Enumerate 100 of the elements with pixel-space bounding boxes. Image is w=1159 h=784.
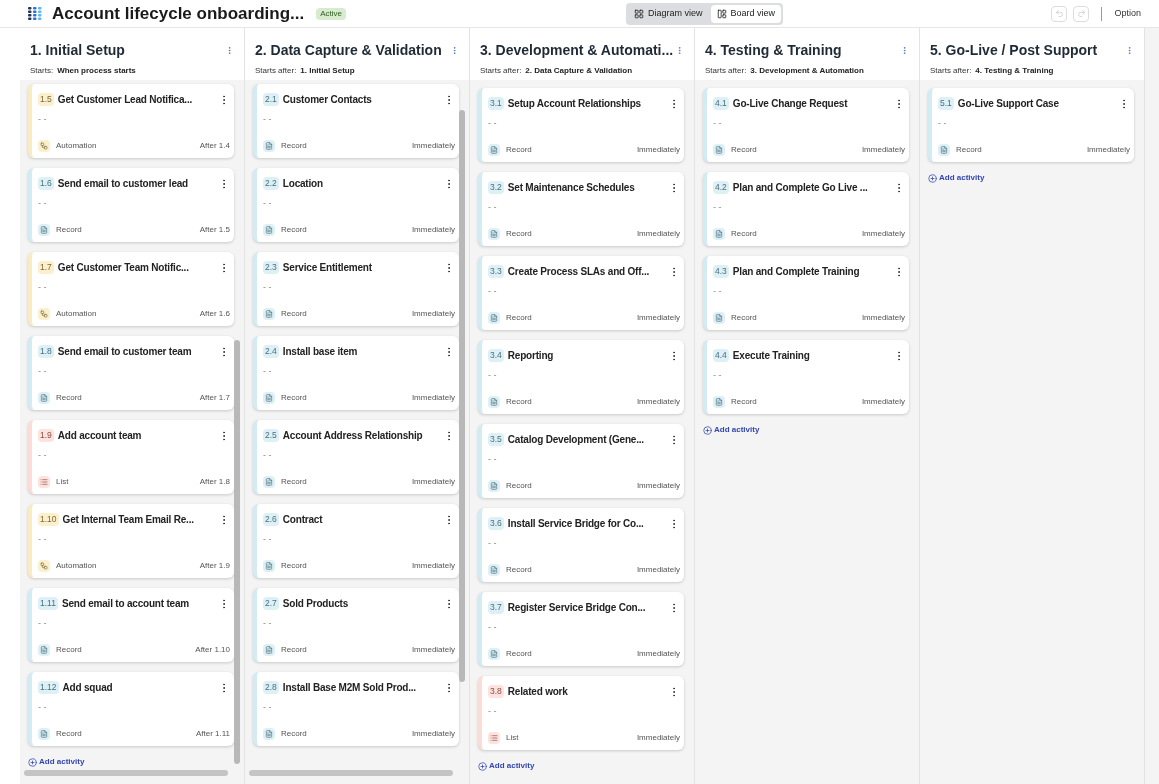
activity-title: Install Service Bridge for Co...: [507, 517, 645, 531]
activity-type: Record: [506, 144, 532, 156]
activity-type: Record: [56, 224, 82, 236]
activity-timing: After 1.10: [195, 644, 230, 656]
activity-card[interactable]: 3.8 Related work - - List Immediately: [478, 676, 684, 750]
activity-timing: Immediately: [411, 560, 455, 572]
more-icon[interactable]: [450, 46, 459, 55]
more-icon[interactable]: [900, 46, 909, 55]
activity-type: Record: [506, 480, 532, 492]
activity-card[interactable]: 1.10 Get Internal Team Email Re... - - Automation After 1.9: [28, 504, 234, 578]
add-activity-link[interactable]: Add activity: [28, 756, 85, 768]
activity-type: Record: [281, 644, 307, 656]
options-menu[interactable]: Option: [1114, 6, 1141, 21]
activity-type: Record: [281, 140, 307, 152]
activity-number: 2.2: [263, 177, 279, 190]
activity-type: Automation: [56, 560, 97, 572]
add-activity-link[interactable]: Add activity: [478, 760, 535, 772]
activity-type: Automation: [56, 308, 97, 320]
activity-timing: After 1.5: [199, 224, 230, 236]
starts-label: Starts:: [30, 65, 54, 77]
activity-number: 3.6: [488, 517, 504, 530]
activity-title: Install base item: [282, 345, 359, 359]
activity-number: 2.8: [263, 681, 279, 694]
scrollbar[interactable]: [234, 340, 240, 764]
activity-type: Record: [956, 144, 982, 156]
activity-card[interactable]: 3.6 Install Service Bridge for Co... - - Record Immediately: [478, 508, 684, 582]
activity-card[interactable]: 1.8 Send email to customer team - - Record After 1.7: [28, 336, 234, 410]
column-title: 3. Development & Automati...: [480, 41, 675, 60]
activity-card[interactable]: 2.2 Location - - Record Immediately: [253, 168, 459, 242]
activity-card[interactable]: 2.4 Install base item - - Record Immediately: [253, 336, 459, 410]
view-tab[interactable]: Board view: [710, 5, 782, 23]
activity-card[interactable]: 1.7 Get Customer Team Notific... - - Automation After 1.6: [28, 252, 234, 326]
activity-number: 1.5: [38, 93, 54, 106]
record-icon: [38, 728, 50, 740]
activity-number: 2.3: [263, 261, 279, 274]
add-activity-link[interactable]: Add activity: [928, 172, 985, 184]
activity-card[interactable]: 4.3 Plan and Complete Training - - Record Immediately: [703, 256, 909, 330]
activity-description: - -: [713, 369, 722, 382]
add-icon: [478, 761, 487, 771]
record-icon: [263, 140, 275, 152]
activity-title: Related work: [507, 685, 569, 699]
activity-type: Record: [56, 644, 82, 656]
process-title: Account lifecycle onboarding...: [52, 2, 305, 25]
scrollbar[interactable]: [24, 770, 228, 776]
activity-card[interactable]: 2.5 Account Address Relationship - - Record Immediately: [253, 420, 459, 494]
activity-card[interactable]: 5.1 Go-Live Support Case - - Record Immediately: [928, 88, 1134, 162]
activity-card[interactable]: 4.4 Execute Training - - Record Immediately: [703, 340, 909, 414]
scrollbar[interactable]: [249, 770, 453, 776]
activity-card[interactable]: 1.9 Add account team - - List After 1.8: [28, 420, 234, 494]
activity-card[interactable]: 1.5 Get Customer Lead Notifica... - - Automation After 1.4: [28, 84, 234, 158]
more-icon[interactable]: [675, 46, 684, 55]
activity-card[interactable]: 3.3 Create Process SLAs and Off... - - Record Immediately: [478, 256, 684, 330]
activity-card[interactable]: 3.1 Setup Account Relationships - - Record Immediately: [478, 88, 684, 162]
activity-timing: After 1.11: [195, 728, 230, 740]
activity-title: Create Process SLAs and Off...: [507, 265, 651, 279]
activity-card[interactable]: 2.8 Install Base M2M Sold Prod... - - Record Immediately: [253, 672, 459, 746]
record-icon: [263, 392, 275, 404]
activity-number: 2.6: [263, 513, 279, 526]
activity-card[interactable]: 2.7 Sold Products - - Record Immediately: [253, 588, 459, 662]
activity-timing: Immediately: [636, 480, 680, 492]
activity-timing: Immediately: [411, 392, 455, 404]
add-activity-link[interactable]: Add activity: [703, 424, 760, 436]
starts-value: 3. Development & Automation: [750, 65, 864, 77]
scrollbar[interactable]: [459, 110, 465, 682]
activity-card[interactable]: 4.2 Plan and Complete Go Live ... - - Record Immediately: [703, 172, 909, 246]
record-icon: [713, 144, 725, 156]
activity-title: Location: [282, 177, 324, 191]
activity-card[interactable]: 3.2 Set Maintenance Schedules - - Record Immediately: [478, 172, 684, 246]
activity-card[interactable]: 3.7 Register Service Bridge Con... - - Record Immediately: [478, 592, 684, 666]
more-icon[interactable]: [225, 46, 234, 55]
activity-type: Record: [506, 228, 532, 240]
activity-description: - -: [38, 701, 47, 714]
activity-type: Record: [281, 560, 307, 572]
activity-description: - -: [38, 365, 47, 378]
activity-card[interactable]: 3.4 Reporting - - Record Immediately: [478, 340, 684, 414]
activity-number: 5.1: [938, 97, 954, 110]
activity-description: - -: [263, 449, 272, 462]
record-icon: [38, 224, 50, 236]
activity-type: Record: [731, 228, 757, 240]
view-tab[interactable]: Diagram view: [628, 5, 709, 23]
activity-card[interactable]: 4.1 Go-Live Change Request - - Record Immediately: [703, 88, 909, 162]
activity-timing: Immediately: [636, 648, 680, 660]
record-icon: [263, 308, 275, 320]
activity-timing: Immediately: [411, 728, 455, 740]
activity-card[interactable]: 2.3 Service Entitlement - - Record Immediately: [253, 252, 459, 326]
activity-card[interactable]: 2.6 Contract - - Record Immediately: [253, 504, 459, 578]
more-icon[interactable]: [1125, 46, 1134, 55]
activity-card[interactable]: 1.11 Send email to account team - - Record After 1.10: [28, 588, 234, 662]
activity-description: - -: [38, 617, 47, 630]
activity-timing: Immediately: [636, 732, 680, 744]
activity-number: 3.5: [488, 433, 504, 446]
activity-card[interactable]: 1.6 Send email to customer lead - - Record After 1.5: [28, 168, 234, 242]
activity-card[interactable]: 1.12 Add squad - - Record After 1.11: [28, 672, 234, 746]
record-icon: [713, 228, 725, 240]
starts-value: 1. Initial Setup: [300, 65, 355, 77]
activity-card[interactable]: 2.1 Customer Contacts - - Record Immediately: [253, 84, 459, 158]
record-icon: [488, 396, 500, 408]
record-icon: [488, 144, 500, 156]
activity-title: Plan and Complete Training: [732, 265, 861, 279]
activity-card[interactable]: 3.5 Catalog Development (Gene... - - Record Immediately: [478, 424, 684, 498]
